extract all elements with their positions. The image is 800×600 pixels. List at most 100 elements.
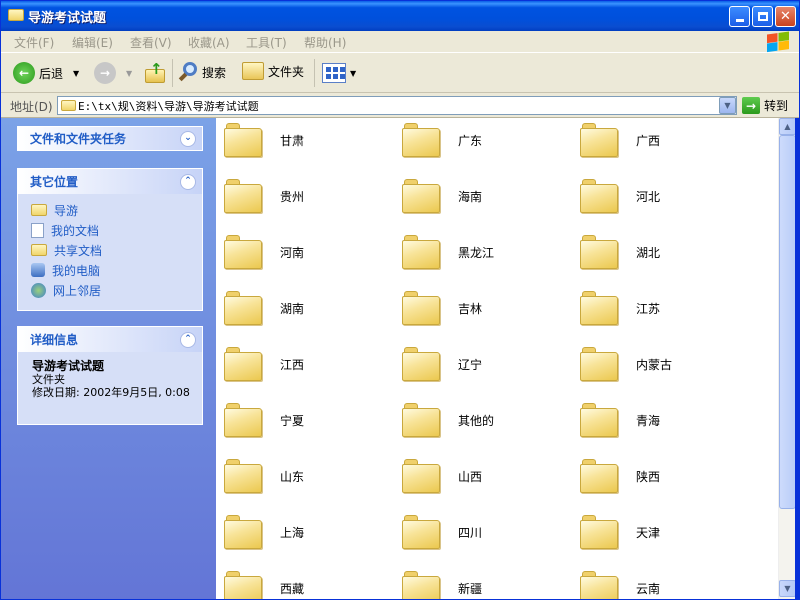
folder-item[interactable]: 青海 — [580, 398, 750, 442]
folder-icon — [580, 459, 618, 493]
address-label: 地址(D) — [10, 100, 53, 114]
vertical-scrollbar[interactable]: ▲ ▼ — [778, 118, 796, 599]
folder-icon — [61, 100, 76, 111]
place-link-shared-documents[interactable]: 共享文档 — [18, 240, 202, 260]
folder-item[interactable]: 海南 — [402, 174, 572, 218]
folder-item[interactable]: 河南 — [224, 230, 394, 274]
folder-item[interactable]: 辽宁 — [402, 342, 572, 386]
folder-icon — [402, 123, 440, 157]
folder-icon — [224, 291, 262, 325]
folders-icon — [242, 62, 264, 80]
menu-file[interactable]: 文件(F) — [14, 34, 54, 51]
menu-help[interactable]: 帮助(H) — [304, 34, 346, 51]
folder-label: 河南 — [280, 245, 305, 260]
folder-label: 辽宁 — [458, 357, 483, 372]
go-arrow-icon: → — [742, 97, 760, 114]
title-bar[interactable]: 导游考试试题 ✕ — [1, 1, 799, 31]
folder-item[interactable]: 云南 — [580, 566, 750, 599]
folder-item[interactable]: 新疆 — [402, 566, 572, 599]
folder-item[interactable]: 其他的 — [402, 398, 572, 442]
task-pane: 文件和文件夹任务 ⌄ 其它位置 ⌃ 导游 我的文档 共享文档 我的电脑 网上邻居… — [1, 118, 216, 599]
folder-icon — [31, 204, 47, 216]
chevron-up-icon[interactable]: ⌃ — [180, 331, 196, 348]
folder-item[interactable]: 江西 — [224, 342, 394, 386]
other-places-title: 其它位置 — [30, 175, 79, 189]
menu-favorites[interactable]: 收藏(A) — [188, 34, 230, 51]
close-icon: ✕ — [780, 9, 791, 24]
scroll-down-button[interactable]: ▼ — [779, 580, 796, 597]
address-path: E:\tx\规\资料\导游\导游考试试题 — [78, 99, 259, 113]
details-header[interactable]: 详细信息 ⌃ — [18, 327, 202, 352]
folder-icon — [402, 235, 440, 269]
folder-icon — [402, 403, 440, 437]
folder-item[interactable]: 陕西 — [580, 454, 750, 498]
place-link-guide[interactable]: 导游 — [18, 200, 202, 220]
folder-item[interactable]: 江苏 — [580, 286, 750, 330]
place-label: 网上邻居 — [53, 283, 102, 298]
search-button[interactable]: 搜索 — [178, 62, 226, 82]
address-dropdown-button[interactable]: ▼ — [719, 97, 736, 114]
folders-button[interactable]: 文件夹 — [242, 62, 304, 80]
chevron-down-icon: ▼ — [784, 584, 791, 593]
folder-label: 河北 — [636, 189, 661, 204]
up-arrow-icon: ↑ — [150, 60, 163, 78]
maximize-icon — [757, 12, 768, 21]
address-input[interactable]: E:\tx\规\资料\导游\导游考试试题 — [57, 96, 737, 115]
folder-item[interactable]: 天津 — [580, 510, 750, 554]
chevron-up-icon[interactable]: ⌃ — [180, 173, 196, 190]
menu-edit[interactable]: 编辑(E) — [72, 34, 113, 51]
menu-tools[interactable]: 工具(T) — [246, 34, 287, 51]
folder-item[interactable]: 湖北 — [580, 230, 750, 274]
tasks-panel-title: 文件和文件夹任务 — [30, 132, 127, 146]
other-places-header[interactable]: 其它位置 ⌃ — [18, 169, 202, 194]
minimize-button[interactable] — [729, 6, 750, 27]
folder-item[interactable]: 山东 — [224, 454, 394, 498]
place-link-network[interactable]: 网上邻居 — [18, 280, 202, 300]
scroll-up-button[interactable]: ▲ — [779, 118, 796, 135]
folder-icon — [580, 235, 618, 269]
views-grid-icon — [322, 63, 346, 83]
folder-item[interactable]: 吉林 — [402, 286, 572, 330]
folder-item[interactable]: 黑龙江 — [402, 230, 572, 274]
chevron-down-icon[interactable]: ⌄ — [180, 130, 196, 147]
back-button[interactable]: ← 后退 ▼ — [13, 62, 79, 84]
folder-label: 云南 — [636, 581, 661, 596]
folder-item[interactable]: 贵州 — [224, 174, 394, 218]
tasks-panel-header[interactable]: 文件和文件夹任务 ⌄ — [17, 126, 203, 151]
menu-view[interactable]: 查看(V) — [130, 34, 172, 51]
folder-label: 青海 — [636, 413, 661, 428]
folder-icon — [402, 515, 440, 549]
folder-item[interactable]: 宁夏 — [224, 398, 394, 442]
folders-label: 文件夹 — [268, 64, 305, 79]
maximize-button[interactable] — [752, 6, 773, 27]
place-link-my-documents[interactable]: 我的文档 — [18, 220, 202, 240]
folder-label: 新疆 — [458, 581, 483, 596]
folder-label: 广东 — [458, 133, 483, 148]
folder-label: 上海 — [280, 525, 305, 540]
forward-button[interactable]: → ▼ — [94, 62, 132, 84]
folder-label: 贵州 — [280, 189, 305, 204]
folder-item[interactable]: 内蒙古 — [580, 342, 750, 386]
folder-item[interactable]: 广东 — [402, 118, 572, 162]
folder-label: 江西 — [280, 357, 305, 372]
folder-item[interactable]: 上海 — [224, 510, 394, 554]
go-button[interactable]: → 转到 — [742, 97, 788, 114]
dropdown-arrow-icon: ▼ — [73, 68, 80, 78]
folder-item[interactable]: 甘肃 — [224, 118, 394, 162]
folder-item[interactable]: 湖南 — [224, 286, 394, 330]
folder-item[interactable]: 四川 — [402, 510, 572, 554]
toolbar-separator — [172, 59, 173, 87]
up-folder-button[interactable]: ↑ — [143, 60, 167, 84]
close-button[interactable]: ✕ — [775, 6, 796, 27]
folder-item[interactable]: 广西 — [580, 118, 750, 162]
place-link-my-computer[interactable]: 我的电脑 — [18, 260, 202, 280]
views-button[interactable]: ▼ — [322, 63, 356, 83]
place-label: 我的电脑 — [52, 263, 101, 278]
scroll-thumb[interactable] — [779, 135, 796, 509]
chevron-down-icon: ▼ — [724, 101, 731, 110]
folder-icon — [402, 459, 440, 493]
folder-item[interactable]: 山西 — [402, 454, 572, 498]
folder-item[interactable]: 河北 — [580, 174, 750, 218]
folder-icon — [224, 123, 262, 157]
folder-item[interactable]: 西藏 — [224, 566, 394, 599]
